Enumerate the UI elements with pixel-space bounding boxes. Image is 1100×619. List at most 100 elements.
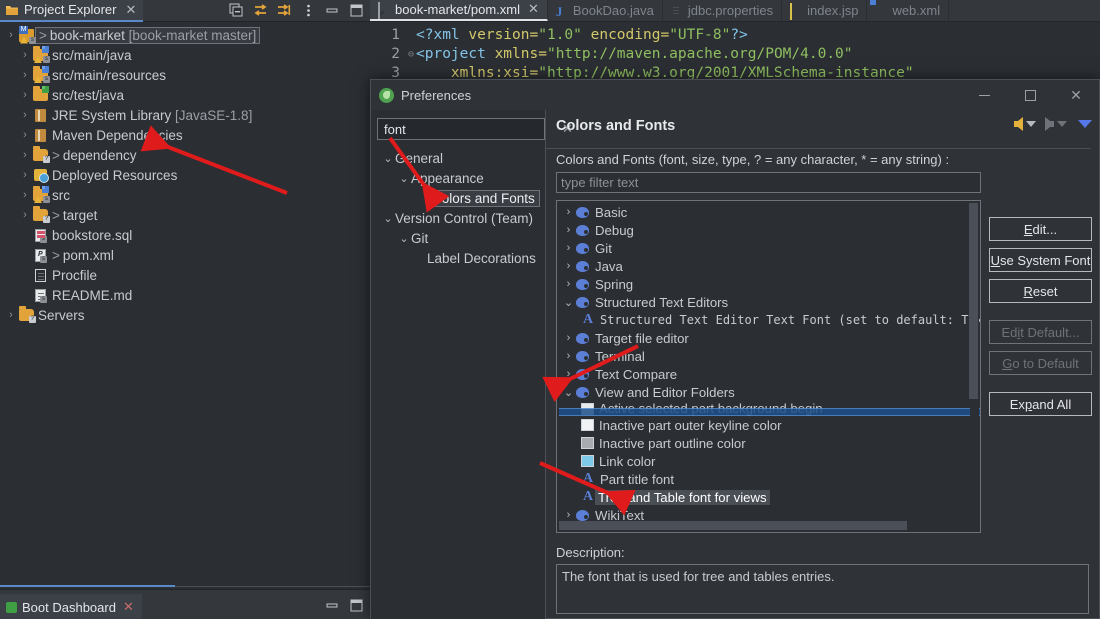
expand-chevron-icon[interactable]: › <box>561 509 576 521</box>
color-font-tree-item[interactable]: › Basic <box>559 203 980 221</box>
preferences-nav-item[interactable]: ⌄ Appearance <box>377 168 545 188</box>
color-font-tree-item[interactable]: › Terminal <box>559 347 980 365</box>
expand-chevron-icon[interactable]: › <box>18 149 32 161</box>
colors-fonts-tree[interactable]: › Basic › Debug › Git › Java › Spring ⌄ Structured … <box>557 201 980 524</box>
focus-active-task-icon[interactable] <box>277 3 292 18</box>
expand-chevron-icon[interactable]: › <box>18 89 32 101</box>
search-input[interactable] <box>382 120 562 138</box>
expand-chevron-icon[interactable]: › <box>18 209 32 221</box>
maximize-button[interactable] <box>1007 80 1053 110</box>
expand-chevron-icon[interactable]: ⌄ <box>561 296 576 309</box>
button-use-system-font[interactable]: Use System Font <box>989 248 1092 272</box>
project-tree-item[interactable]: › s src/main/resources <box>0 65 370 85</box>
expand-chevron-icon[interactable]: ⌄ <box>381 152 395 165</box>
tab-project-explorer[interactable]: Project Explorer ✕ <box>0 0 144 22</box>
project-tree-item[interactable]: ›? > dependency <box>0 145 370 165</box>
color-font-tree-item[interactable]: Link color <box>559 452 980 470</box>
project-tree-item[interactable]: › s src <box>0 185 370 205</box>
color-font-tree-item[interactable]: › Spring <box>559 275 980 293</box>
filter-input[interactable]: type filter text <box>556 172 981 193</box>
color-font-tree-item[interactable]: A Part title font <box>559 470 980 488</box>
forward-dropdown-icon[interactable] <box>1057 121 1067 127</box>
expand-chevron-icon[interactable]: ⌄ <box>381 212 395 225</box>
close-icon[interactable]: ✕ <box>123 599 134 615</box>
link-with-editor-icon[interactable] <box>253 3 268 18</box>
color-font-tree-item[interactable]: Inactive part outer keyline color <box>559 416 980 434</box>
minimize-button[interactable] <box>961 80 1007 110</box>
maximize-icon[interactable] <box>349 598 364 613</box>
collapse-all-icon[interactable] <box>229 3 244 18</box>
project-tree-item[interactable]: Procfile <box>0 265 370 285</box>
project-tree-item[interactable]: › Maven Dependencies <box>0 125 370 145</box>
color-font-tree-item[interactable]: › Debug <box>559 221 980 239</box>
project-tree-item[interactable]: ›? Servers <box>0 305 370 325</box>
color-font-tree-item[interactable]: › Text Compare <box>559 365 980 383</box>
expand-chevron-icon[interactable]: ⌄ <box>397 232 411 245</box>
fold-marker-icon[interactable] <box>406 26 416 45</box>
project-tree-item[interactable]: Ps > pom.xml <box>0 245 370 265</box>
close-icon[interactable]: ✕ <box>528 1 539 17</box>
expand-chevron-icon[interactable]: › <box>561 278 576 290</box>
expand-chevron-icon[interactable]: › <box>18 69 32 81</box>
expand-chevron-icon[interactable]: › <box>561 350 576 362</box>
project-tree-item[interactable]: › src/test/java <box>0 85 370 105</box>
minimize-icon[interactable] <box>325 598 340 613</box>
expand-chevron-icon[interactable]: › <box>18 109 32 121</box>
expand-chevron-icon[interactable]: › <box>18 189 32 201</box>
expand-chevron-icon[interactable]: ⌄ <box>397 172 411 185</box>
code-editor[interactable]: 1 <?xml version="1.0" encoding="UTF-8"?> 2… <box>370 22 1100 83</box>
back-dropdown-icon[interactable] <box>1026 121 1036 127</box>
preferences-search[interactable]: ✕ <box>377 118 573 140</box>
expand-chevron-icon[interactable]: › <box>561 368 576 380</box>
expand-chevron-icon[interactable]: › <box>561 332 576 344</box>
close-button[interactable]: ✕ <box>1053 80 1099 110</box>
close-icon[interactable]: ✕ <box>125 2 136 18</box>
tree-hscroll-thumb[interactable] <box>559 521 907 530</box>
view-menu-icon[interactable] <box>301 3 316 18</box>
button-edit[interactable]: Edit... <box>989 217 1092 241</box>
maximize-icon[interactable] <box>349 3 364 18</box>
editor-tab[interactable]: book-market/pom.xml ✕ <box>370 0 548 21</box>
forward-arrow-icon[interactable] <box>1045 117 1054 131</box>
project-tree-item[interactable]: ›s>book-market [book-market master] <box>0 25 370 45</box>
project-tree-item[interactable]: s README.md <box>0 285 370 305</box>
expand-chevron-icon[interactable]: › <box>18 129 32 141</box>
expand-chevron-icon[interactable]: › <box>561 206 576 218</box>
button-expand-all[interactable]: Expand All <box>989 392 1092 416</box>
project-tree-item[interactable]: ›? > target <box>0 205 370 225</box>
preferences-nav-item[interactable]: Colors and Fonts <box>377 188 545 208</box>
editor-tabbar[interactable]: book-market/pom.xml ✕ J BookDao.java jdbc.pr… <box>370 0 1100 22</box>
preferences-nav-tree[interactable]: ⌄ General ⌄ Appearance Colors and Fonts ⌄ Vers… <box>377 148 545 268</box>
expand-chevron-icon[interactable]: › <box>18 49 32 61</box>
button-reset[interactable]: Reset <box>989 279 1092 303</box>
color-font-tree-item[interactable]: ⌄ View and Editor Folders <box>559 383 980 401</box>
color-font-tree-item[interactable]: ⌄ Structured Text Editors <box>559 293 980 311</box>
page-menu-icon[interactable] <box>1078 120 1092 128</box>
preferences-nav-item[interactable]: Label Decorations <box>377 248 545 268</box>
project-tree-item[interactable]: › Deployed Resources <box>0 165 370 185</box>
tab-boot-dashboard[interactable]: Boot Dashboard ✕ <box>0 594 142 619</box>
color-font-tree-item[interactable]: A Structured Text Editor Text Font (set t… <box>559 311 980 329</box>
tree-vscroll-thumb[interactable] <box>969 203 978 399</box>
expand-chevron-icon[interactable]: › <box>561 242 576 254</box>
project-tree[interactable]: ›s>book-market [book-market master]›ssrc… <box>0 22 370 325</box>
editor-tab[interactable]: web.xml <box>867 0 950 21</box>
color-font-tree-item[interactable]: › Git <box>559 239 980 257</box>
expand-chevron-icon[interactable]: › <box>4 309 18 321</box>
color-font-tree-item[interactable]: Inactive part outline color <box>559 434 980 452</box>
color-font-tree-item[interactable]: › Target file editor <box>559 329 980 347</box>
editor-tab[interactable]: J BookDao.java <box>548 0 663 21</box>
project-tree-item[interactable]: › s src/main/java <box>0 45 370 65</box>
expand-chevron-icon[interactable]: › <box>561 260 576 272</box>
minimize-icon[interactable] <box>325 3 340 18</box>
editor-tab[interactable]: jdbc.properties <box>663 0 783 21</box>
tree-vertical-scrollbar[interactable] <box>969 202 979 522</box>
tree-horizontal-scrollbar[interactable] <box>558 521 969 531</box>
expand-chevron-icon[interactable]: › <box>561 224 576 236</box>
color-font-tree-item[interactable]: A Tree and Table font for views <box>559 488 980 506</box>
preferences-nav-item[interactable]: ⌄ Version Control (Team) <box>377 208 545 228</box>
back-arrow-icon[interactable] <box>1014 117 1023 131</box>
expand-chevron-icon[interactable]: › <box>4 29 18 41</box>
editor-tab[interactable]: index.jsp <box>782 0 868 21</box>
project-tree-item[interactable]: s bookstore.sql <box>0 225 370 245</box>
